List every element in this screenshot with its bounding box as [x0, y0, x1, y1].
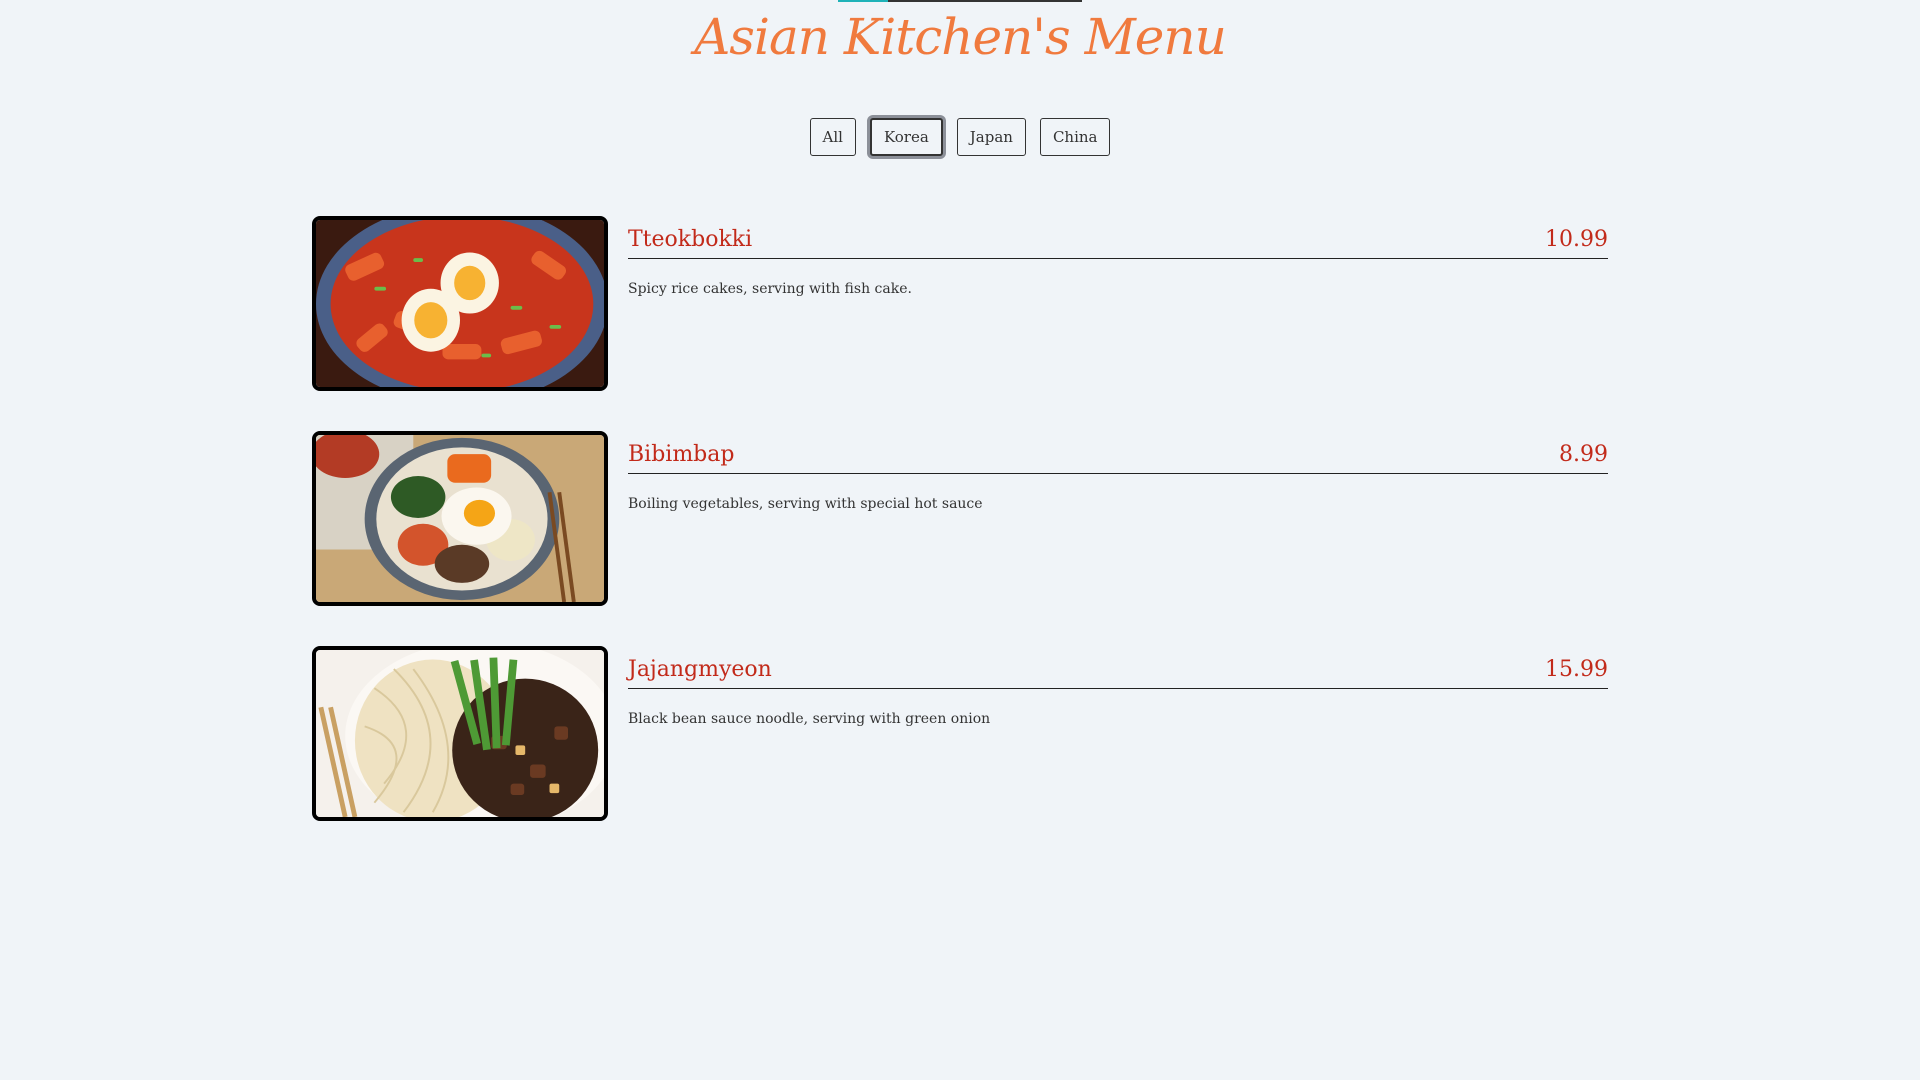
filter-korea-button[interactable]: Korea: [869, 118, 943, 156]
menu-item-info: Bibimbap 8.99 Boiling vegetables, servin…: [628, 431, 1608, 606]
menu-item-name: Tteokbokki: [628, 227, 753, 252]
underline-accent: [838, 0, 888, 2]
menu-item-header: Tteokbokki 10.99: [628, 216, 1608, 259]
filter-china-button[interactable]: China: [1039, 118, 1111, 156]
menu-item-header: Jajangmyeon 15.99: [628, 646, 1608, 689]
menu-item-tteokbokki: Tteokbokki 10.99 Spicy rice cakes, servi…: [312, 216, 1608, 391]
menu-item-info: Jajangmyeon 15.99 Black bean sauce noodl…: [628, 646, 1608, 821]
menu-item-description: Boiling vegetables, serving with special…: [628, 496, 983, 512]
menu-item-description: Black bean sauce noodle, serving with gr…: [628, 711, 991, 727]
menu-item-header: Bibimbap 8.99: [628, 431, 1608, 474]
page-title: Asian Kitchen's Menu: [694, 8, 1227, 66]
menu-item-description: Spicy rice cakes, serving with fish cake…: [628, 281, 912, 297]
category-filter-bar: All Korea Japan China: [0, 118, 1920, 156]
menu-item-price: 10.99: [1545, 227, 1608, 252]
filter-all-button[interactable]: All: [809, 118, 856, 156]
menu-item-info: Tteokbokki 10.99 Spicy rice cakes, servi…: [628, 216, 1608, 391]
menu-item-jajangmyeon: Jajangmyeon 15.99 Black bean sauce noodl…: [312, 646, 1608, 821]
bibimbap-photo: [312, 431, 608, 606]
tteokbokki-photo: [312, 216, 608, 391]
menu-page: Asian Kitchen's Menu All Korea Japan Chi…: [0, 0, 1920, 1080]
top-underline: [838, 0, 1082, 2]
filter-japan-button[interactable]: Japan: [956, 118, 1026, 156]
menu-item-price: 8.99: [1559, 442, 1608, 467]
menu-item-bibimbap: Bibimbap 8.99 Boiling vegetables, servin…: [312, 431, 1608, 606]
menu-list: Tteokbokki 10.99 Spicy rice cakes, servi…: [312, 216, 1608, 861]
menu-item-name: Bibimbap: [628, 442, 735, 467]
menu-item-name: Jajangmyeon: [628, 657, 772, 682]
jajangmyeon-photo: [312, 646, 608, 821]
menu-item-price: 15.99: [1545, 657, 1608, 682]
